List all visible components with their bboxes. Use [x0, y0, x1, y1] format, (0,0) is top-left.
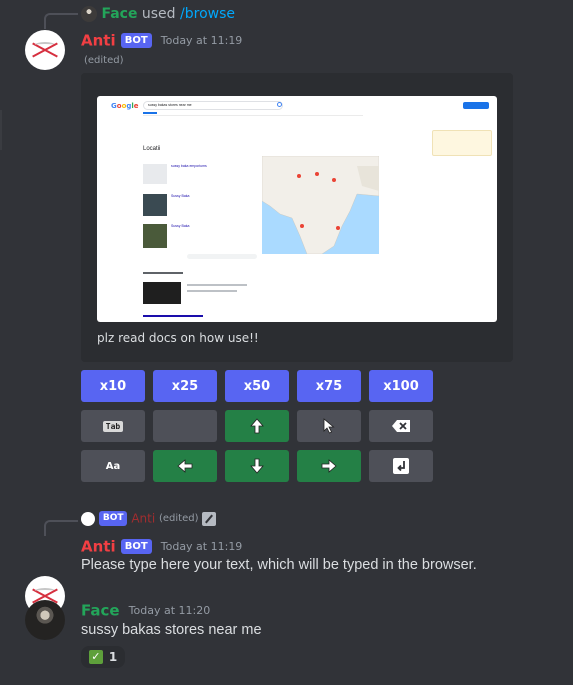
screenshot-place-name: Sussy Baka [171, 194, 190, 198]
username[interactable]: Face [81, 602, 120, 620]
avatar[interactable] [25, 30, 65, 70]
screenshot-search-box: sussy bakas stores near me [143, 101, 283, 110]
zoom-x25-button[interactable]: x25 [153, 370, 217, 402]
edited-label: (edited) [159, 513, 199, 524]
screenshot-result-line [187, 290, 237, 292]
blank-button[interactable] [153, 410, 217, 442]
zoom-x100-button[interactable]: x100 [369, 370, 433, 402]
edit-icon [202, 511, 217, 526]
edited-label: (edited) [84, 55, 124, 66]
bot-tag: BOT [120, 33, 152, 48]
reply-avatar[interactable] [81, 511, 95, 526]
reply-username[interactable]: Face [101, 6, 137, 22]
bot-tag: BOT [120, 539, 152, 554]
message-content: sussy bakas stores near me [81, 622, 262, 638]
zoom-x75-button[interactable]: x75 [297, 370, 361, 402]
screenshot-section-heading: Locatii [143, 146, 161, 152]
screenshot-place-name: sussy baka emporiums [171, 164, 207, 168]
message-header: Face Today at 11:20 [81, 600, 210, 620]
embed: Google sussy bakas stores near me Locati… [81, 73, 513, 362]
map-pin [332, 178, 336, 182]
screenshot-map [262, 156, 379, 254]
case-toggle-label: Aa [105, 460, 121, 472]
screenshot-language-notice [432, 130, 492, 156]
up-arrow-icon [250, 418, 264, 434]
reaction[interactable]: ✓ 1 [81, 646, 125, 668]
timestamp[interactable]: Today at 11:20 [129, 604, 211, 617]
tab-key-icon: Tab [102, 420, 124, 432]
enter-button[interactable] [369, 450, 433, 482]
avatar[interactable] [25, 600, 65, 640]
case-toggle-button[interactable]: Aa [81, 450, 145, 482]
timestamp[interactable]: Today at 11:19 [161, 34, 243, 47]
zoom-x50-button[interactable]: x50 [225, 370, 289, 402]
left-arrow-button[interactable] [153, 450, 217, 482]
reply-connector [44, 13, 78, 29]
tab-key-button[interactable]: Tab [81, 410, 145, 442]
embed-description: plz read docs on how use!! [97, 331, 259, 345]
right-arrow-icon [321, 459, 337, 473]
screenshot-result-line [143, 272, 183, 274]
down-arrow-button[interactable] [225, 450, 289, 482]
screenshot-place-thumb [143, 194, 167, 216]
left-arrow-icon [177, 459, 193, 473]
username[interactable]: Anti [81, 538, 116, 556]
map-pin [297, 174, 301, 178]
bot-tag: BOT [98, 511, 128, 526]
reply-header[interactable]: Face used /browse [81, 6, 235, 22]
reply-connector [44, 520, 78, 536]
zoom-x10-button[interactable]: x10 [81, 370, 145, 402]
screenshot-place-thumb [143, 164, 167, 184]
message-header: Anti BOT Today at 11:19 [81, 30, 242, 50]
backspace-button[interactable] [369, 410, 433, 442]
screenshot-place-name: Sussy Baka [171, 224, 190, 228]
message-content: Please type here your text, which will b… [81, 557, 477, 573]
screenshot-video-thumb [143, 282, 181, 304]
message-header: Anti BOT Today at 11:19 [81, 536, 242, 556]
map-pin [315, 172, 319, 176]
check-mark-icon: ✓ [88, 650, 103, 664]
reply-header[interactable]: BOT Anti (edited) [81, 511, 217, 526]
map-pin [336, 226, 340, 230]
enter-icon [393, 458, 409, 474]
timestamp[interactable]: Today at 11:19 [161, 540, 243, 553]
right-arrow-button[interactable] [297, 450, 361, 482]
up-arrow-button[interactable] [225, 410, 289, 442]
backspace-icon [392, 420, 410, 432]
mouse-pointer-icon [323, 418, 335, 434]
map-pin [300, 224, 304, 228]
username[interactable]: Anti [81, 32, 116, 50]
screenshot-more-button [187, 254, 257, 259]
screenshot-search-icon [277, 102, 282, 107]
screenshot-tab-bar [143, 112, 157, 114]
screenshot-place-thumb [143, 224, 167, 248]
browser-screenshot[interactable]: Google sussy bakas stores near me Locati… [97, 96, 497, 322]
down-arrow-icon [250, 458, 264, 474]
screenshot-result-link [143, 315, 203, 317]
click-button[interactable] [297, 410, 361, 442]
screenshot-tabs [143, 115, 363, 116]
screenshot-result-line [187, 284, 247, 286]
scroll-indicator [0, 110, 2, 150]
reply-avatar[interactable] [81, 6, 97, 22]
screenshot-signin-button [463, 102, 489, 109]
reaction-count: 1 [108, 650, 118, 664]
google-logo: Google [111, 102, 139, 110]
command-link[interactable]: /browse [180, 6, 235, 22]
reply-action: used [141, 6, 176, 22]
reply-username[interactable]: Anti [131, 512, 155, 526]
